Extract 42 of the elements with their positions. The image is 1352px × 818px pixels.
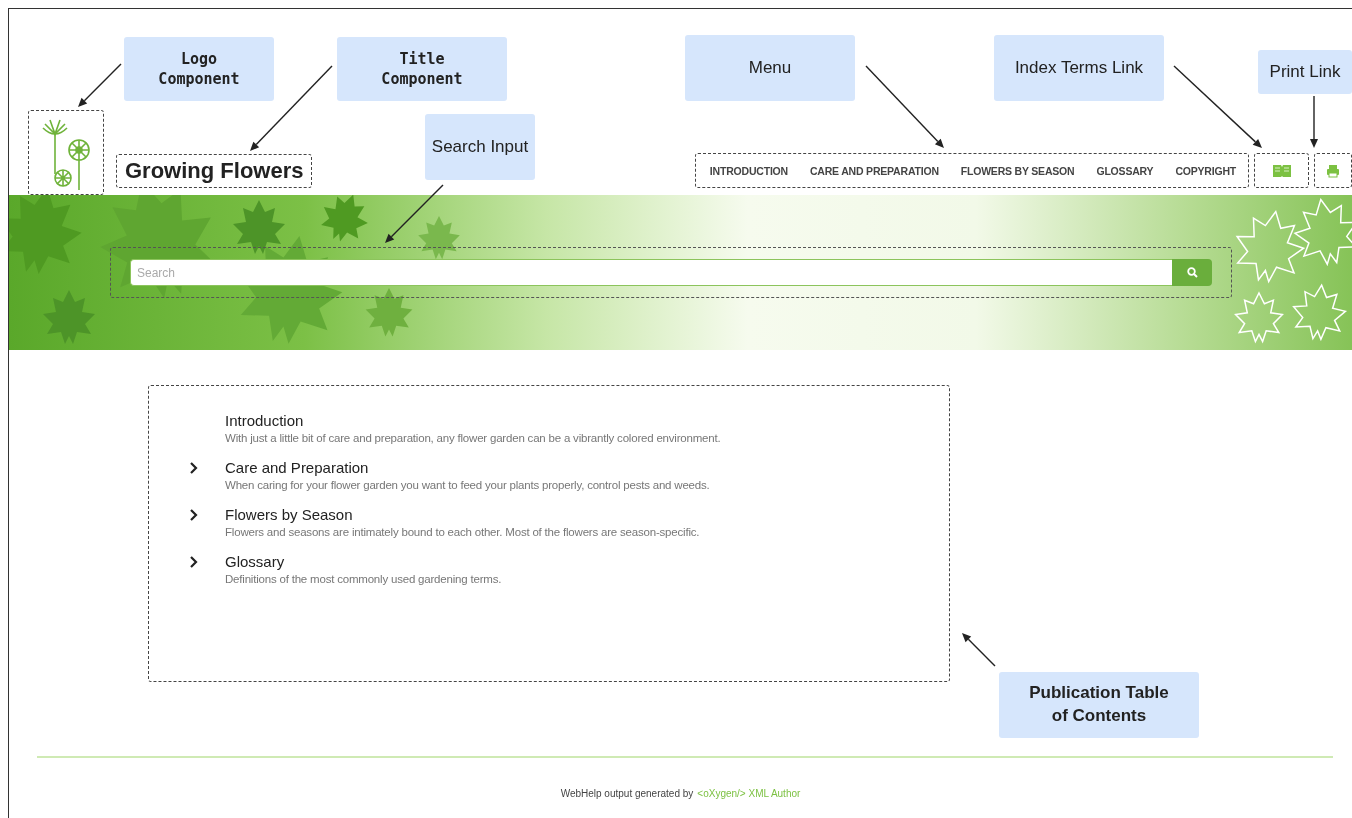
toc-description: When caring for your flower garden you want to feed your plants properly, control pests and weeds.	[225, 479, 711, 491]
search-button[interactable]	[1172, 259, 1212, 286]
book-icon	[1271, 163, 1292, 178]
toc-description: Definitions of the most commonly used gardening terms.	[225, 573, 503, 585]
annotation-label: Publication Table of Contents	[999, 672, 1199, 738]
menu-link[interactable]: GLOSSARY	[1096, 164, 1154, 177]
annotation-label: Title Component	[337, 37, 507, 101]
chevron-icon[interactable]	[189, 508, 198, 521]
toc-description: With just a little bit of care and preparation, any flower garden can be a vibrantly colored environment.	[225, 432, 722, 444]
index-terms-link[interactable]	[1254, 153, 1309, 188]
maple-leaf-drawing	[1293, 197, 1352, 267]
toc-link[interactable]: Introduction	[225, 412, 949, 429]
search-field[interactable]: Search	[130, 259, 1172, 286]
toc-link[interactable]: Flowers by Season	[225, 506, 949, 523]
footer-text: WebHelp output generated by	[560, 788, 694, 799]
menu-link[interactable]: INTRODUCTION	[709, 164, 788, 177]
maple-leaf-drawing	[1234, 291, 1284, 344]
menu-link[interactable]: COPYRIGHT	[1175, 164, 1236, 177]
annotation-label: Menu	[685, 35, 855, 101]
menu-link[interactable]: FLOWERS BY SEASON	[960, 164, 1075, 177]
print-link[interactable]	[1314, 153, 1352, 188]
maple-leaf-drawing	[365, 288, 413, 337]
annotation-label: Search Input	[425, 114, 535, 180]
leader-arrow	[962, 633, 996, 667]
toc-link[interactable]: Care and Preparation	[225, 459, 949, 476]
search-icon	[1186, 267, 1198, 278]
site-title[interactable]: Growing Flowers	[116, 154, 313, 188]
leader-arrow	[385, 184, 444, 243]
leader-arrow	[1310, 95, 1318, 148]
toc-description: Flowers and seasons are intimately bound to each other. Most of the flowers are season-specific.	[225, 526, 701, 538]
maple-leaf-drawing	[418, 216, 460, 260]
chevron-icon[interactable]	[189, 461, 198, 474]
maple-leaf-drawing	[1292, 283, 1348, 342]
printer-icon	[1326, 163, 1340, 178]
annotation-label: Logo Component	[124, 37, 274, 101]
annotation-label: Index Terms Link	[994, 35, 1164, 101]
menu-link[interactable]: CARE AND PREPARATION	[809, 164, 939, 177]
annotation-label: Print Link	[1258, 50, 1352, 94]
maple-leaf-drawing	[43, 290, 95, 344]
toc-link[interactable]: Glossary	[225, 553, 949, 570]
leader-arrow	[78, 63, 122, 107]
chevron-icon[interactable]	[189, 555, 198, 568]
